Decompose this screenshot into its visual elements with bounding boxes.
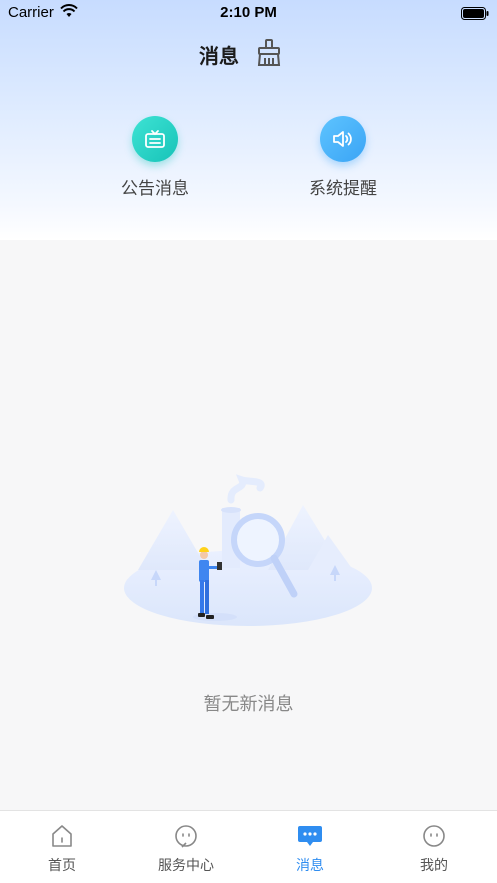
category-label: 公告消息	[121, 179, 189, 199]
tab-messages[interactable]: 消息	[248, 811, 372, 883]
empty-state-text: 暂无新消息	[203, 694, 294, 715]
header-background	[0, 0, 497, 240]
tab-mine[interactable]: 我的	[372, 811, 496, 883]
tab-label: 服务中心	[158, 858, 214, 874]
page-title: 消息	[199, 44, 239, 68]
speaker-icon	[320, 116, 366, 162]
tab-bar: 首页 服务中心 消息 我的	[0, 810, 497, 883]
tab-label: 首页	[48, 858, 76, 874]
status-time: 2:10 PM	[220, 4, 277, 21]
broom-icon[interactable]	[254, 38, 284, 72]
status-bar: Carrier 2:10 PM	[0, 0, 497, 26]
profile-face-icon	[372, 823, 496, 849]
tab-label: 消息	[296, 858, 324, 874]
battery-icon	[461, 6, 489, 24]
tab-service-center[interactable]: 服务中心	[124, 811, 248, 883]
face-icon	[124, 823, 248, 849]
category-system-reminders[interactable]: 系统提醒	[278, 116, 408, 199]
tab-home[interactable]: 首页	[0, 811, 124, 883]
announcement-icon	[132, 116, 178, 162]
empty-state-illustration	[118, 470, 378, 639]
tab-label: 我的	[420, 858, 448, 874]
home-icon	[0, 823, 124, 849]
category-announcements[interactable]: 公告消息	[90, 116, 220, 199]
category-label: 系统提醒	[309, 179, 377, 199]
chat-bubble-icon	[248, 823, 372, 849]
